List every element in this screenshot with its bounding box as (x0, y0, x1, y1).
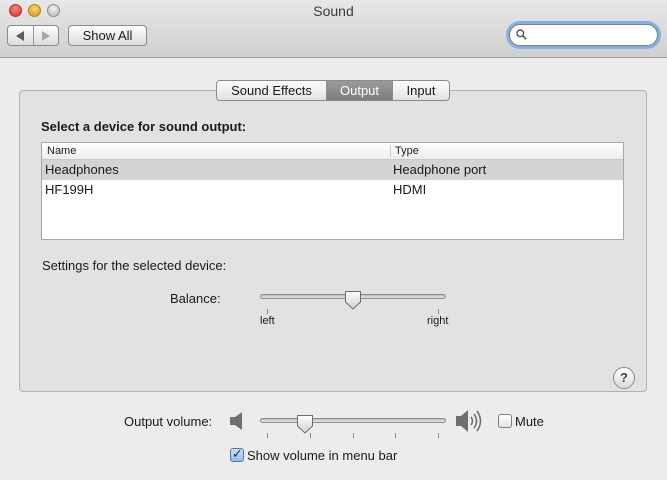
output-volume-label: Output volume: (124, 414, 213, 429)
device-type: HDMI (393, 182, 427, 197)
speaker-loud-icon (456, 410, 482, 432)
forward-button[interactable] (32, 26, 59, 45)
tab-input[interactable]: Input (392, 81, 449, 100)
output-volume-slider-knob[interactable] (296, 414, 314, 434)
balance-right-label: right (427, 315, 449, 327)
column-header-name[interactable]: Name (47, 145, 76, 157)
balance-slider-knob[interactable] (344, 290, 362, 310)
speaker-muted-icon (230, 412, 242, 430)
show-all-button[interactable]: Show All (68, 25, 147, 46)
chevron-left-icon (16, 30, 25, 41)
mute-checkbox[interactable] (498, 414, 512, 428)
window-toolbar: Sound Show All (0, 0, 667, 58)
search-input[interactable] (530, 27, 650, 43)
show-volume-checkbox[interactable]: ✓ (230, 446, 244, 462)
balance-tick (438, 309, 439, 314)
tab-output[interactable]: Output (326, 81, 392, 100)
balance-label: Balance: (170, 291, 221, 306)
volume-tick (353, 433, 354, 438)
device-list-heading: Select a device for sound output: (41, 119, 247, 134)
device-settings-label: Settings for the selected device: (42, 258, 227, 273)
output-volume-slider-track[interactable] (260, 418, 446, 423)
volume-tick (267, 433, 268, 438)
show-volume-label: Show volume in menu bar (247, 448, 398, 463)
volume-tick (310, 433, 311, 438)
checkmark-icon: ✓ (232, 446, 243, 461)
mute-label: Mute (515, 414, 544, 429)
output-panel (19, 90, 647, 392)
chevron-right-icon (41, 30, 50, 41)
search-field[interactable] (509, 24, 658, 46)
table-row[interactable]: HF199H HDMI (42, 180, 623, 200)
search-icon (516, 29, 527, 40)
device-name: HF199H (45, 182, 94, 197)
device-table[interactable]: Name Type Headphones Headphone port HF19… (41, 142, 624, 240)
window-title: Sound (313, 3, 354, 19)
table-row[interactable]: Headphones Headphone port (42, 160, 623, 180)
tab-sound-effects[interactable]: Sound Effects (217, 81, 326, 100)
device-name: Headphones (45, 162, 119, 177)
table-header: Name Type (42, 143, 623, 160)
back-forward-control (7, 25, 59, 46)
balance-left-label: left (260, 315, 275, 327)
column-header-type[interactable]: Type (395, 145, 419, 157)
volume-tick (438, 433, 439, 438)
volume-tick (395, 433, 396, 438)
back-button[interactable] (8, 26, 33, 45)
device-type: Headphone port (393, 162, 487, 177)
balance-tick (267, 309, 268, 314)
help-button[interactable]: ? (613, 367, 635, 389)
column-divider[interactable] (390, 145, 391, 157)
tab-bar: Sound Effects Output Input (216, 80, 450, 101)
